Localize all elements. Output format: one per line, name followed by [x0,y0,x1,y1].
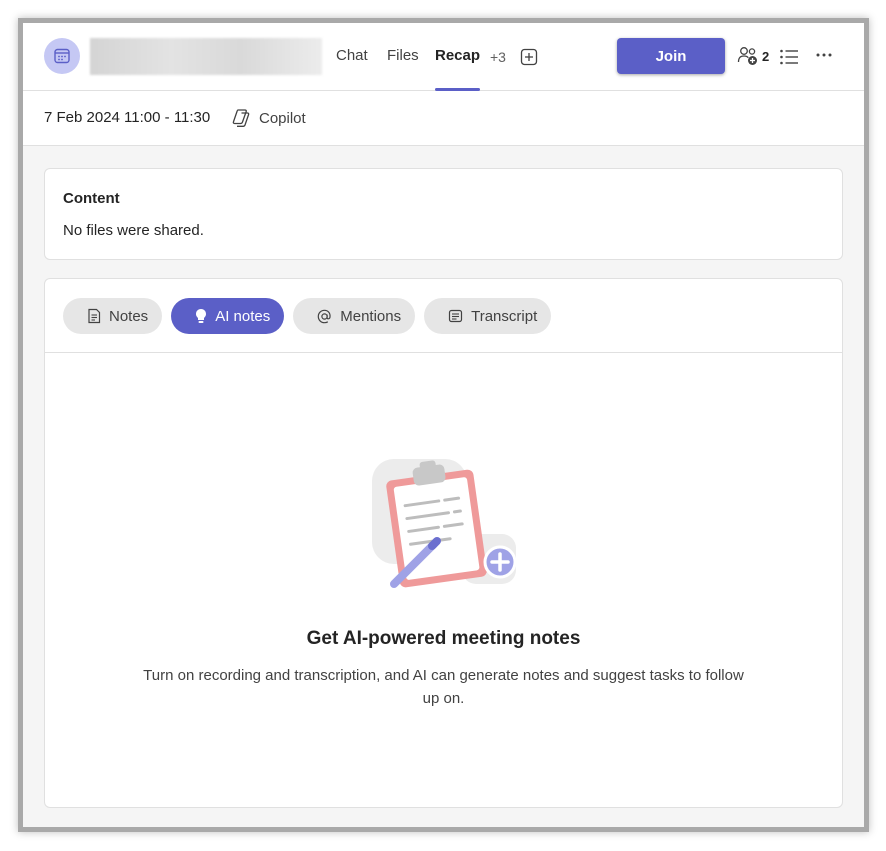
notes-tab-pills: Notes AI notes Mentions Transcript [63,298,560,334]
join-button[interactable]: Join [617,38,725,74]
more-options-icon[interactable] [815,48,833,67]
people-icon [737,47,757,65]
add-tab-icon[interactable] [520,48,538,66]
empty-state-title: Get AI-powered meeting notes [306,628,581,649]
tab-recap[interactable]: Recap [435,47,481,91]
pill-transcript-label: Transcript [471,307,538,325]
pill-notes[interactable]: Notes [63,298,163,334]
content-card: Content No files were shared. [44,168,843,260]
pill-transcript[interactable]: Transcript [424,298,552,334]
meeting-title-redacted [90,38,322,75]
pill-mentions[interactable]: Mentions [293,298,416,334]
window-frame: Chat Files Recap +3 Join 2 7 Feb 2024 11… [18,18,869,832]
content-empty-message: No files were shared. [63,222,204,239]
notes-divider [45,352,842,353]
participants-button[interactable]: 2 [737,46,769,66]
at-icon [317,309,331,323]
pill-ai-notes-label: AI notes [215,307,271,325]
meeting-header: Chat Files Recap +3 Join 2 [23,23,864,91]
calendar-icon [44,38,80,74]
transcript-icon [449,309,463,323]
more-tabs-button[interactable]: +3 [490,49,506,65]
tab-files[interactable]: Files [387,47,419,91]
copilot-button[interactable]: Copilot [230,107,306,129]
tab-chat[interactable]: Chat [336,47,368,91]
pill-ai-notes[interactable]: AI notes [171,298,285,334]
bullet-list-icon[interactable] [779,48,799,71]
notes-card: Notes AI notes Mentions Transcript Get A… [44,278,843,808]
pill-notes-label: Notes [109,307,149,325]
meeting-recap-view: Chat Files Recap +3 Join 2 7 Feb 2024 11… [23,23,864,827]
clipboard-illustration [370,454,520,599]
copilot-label: Copilot [259,109,306,127]
notes-icon [88,308,101,324]
lightbulb-icon [196,309,207,323]
pill-mentions-label: Mentions [340,307,402,325]
participant-count: 2 [762,48,770,64]
content-title: Content [63,190,120,207]
empty-state-description: Turn on recording and transcription, and… [143,667,744,707]
meeting-subheader: 7 Feb 2024 11:00 - 11:30 Copilot [23,91,864,146]
copilot-icon [232,109,250,127]
meeting-date-time: 7 Feb 2024 11:00 - 11:30 [44,109,211,126]
